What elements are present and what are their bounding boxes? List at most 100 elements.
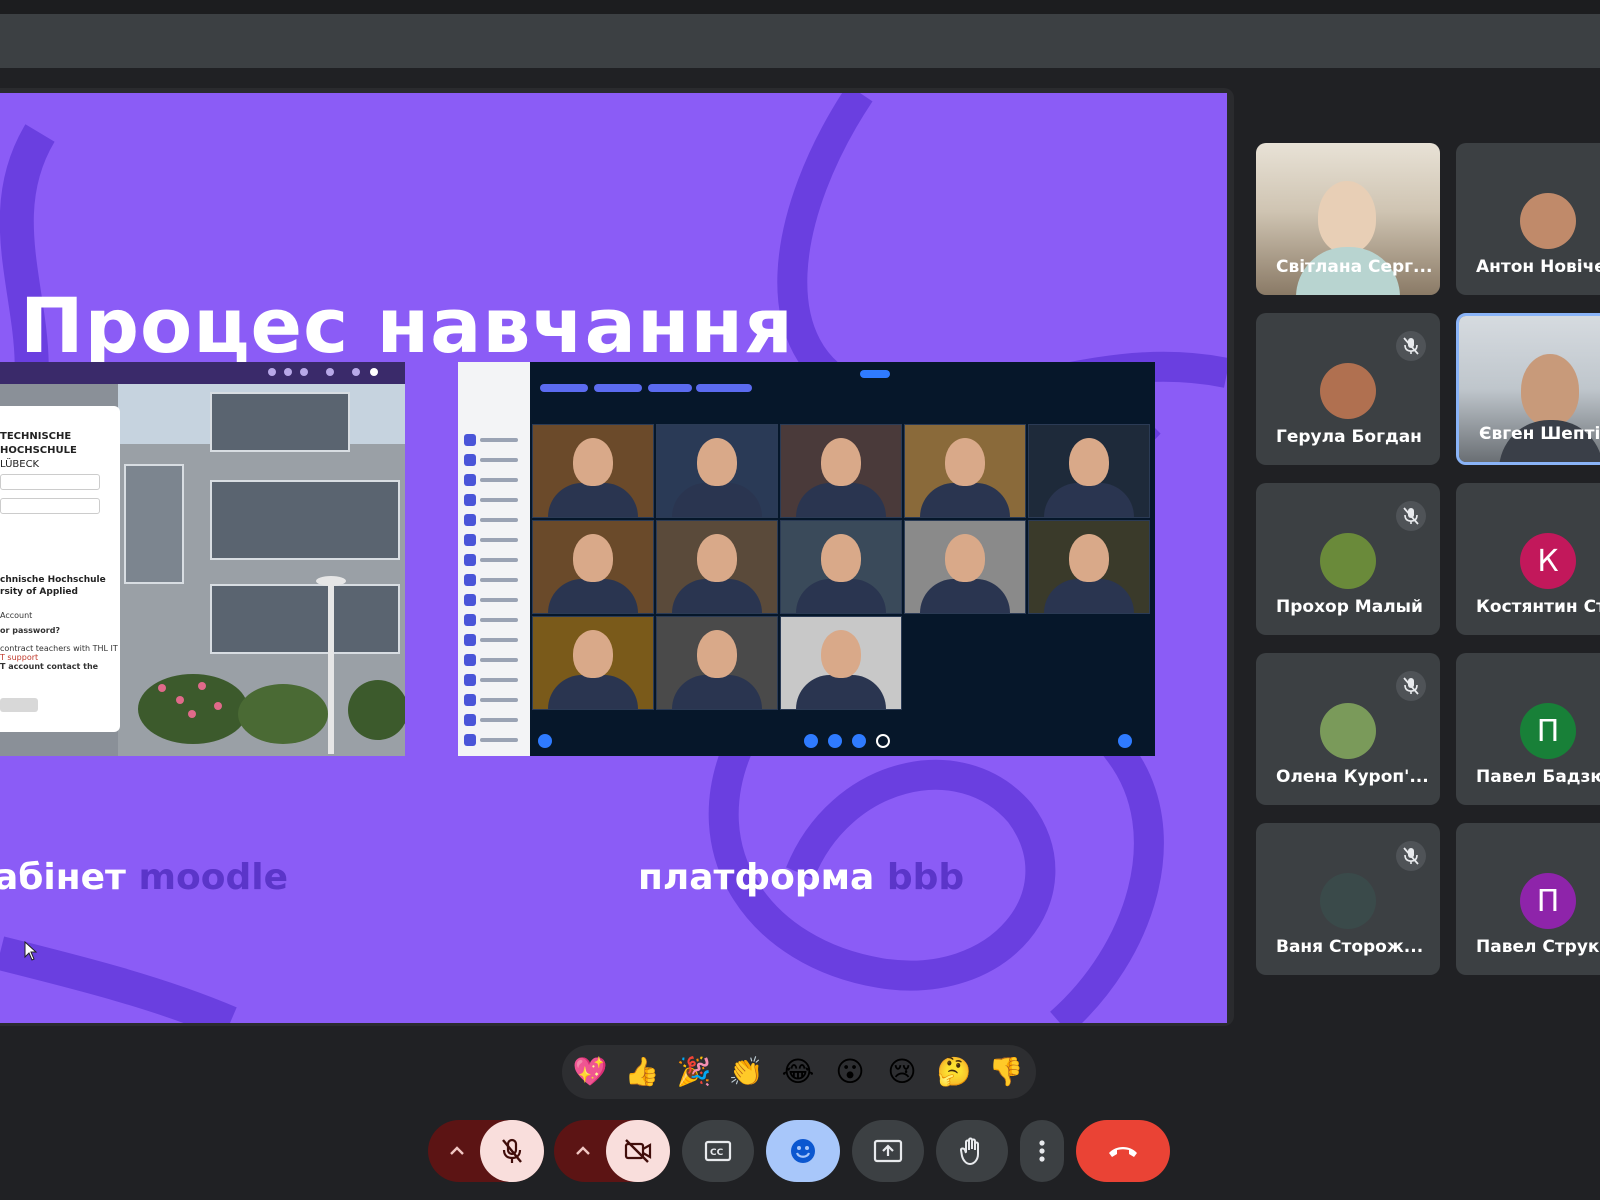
participant-name: Олена Куроп'... [1276,767,1429,787]
bbb-video-tile [656,616,778,710]
participant-tile[interactable]: Олена Куроп'... [1256,653,1440,805]
bbb-user-row [464,634,526,646]
password-field [0,498,100,514]
bbb-user-list [458,362,530,756]
card-text-8: contract teachers with THL IT [0,644,118,653]
muted-indicator [1396,841,1426,871]
bbb-user-row [464,574,526,586]
raise-hand-icon [960,1137,979,1165]
bbb-top-bar [530,362,1155,422]
camera-options-button[interactable] [554,1120,612,1182]
bbb-video-tile [532,424,654,518]
bbb-video-tile [532,520,654,614]
mic-off-icon [502,1138,522,1163]
bbb-video-tile [904,424,1026,518]
captions-button[interactable]: CC [682,1120,754,1182]
present-button[interactable] [852,1120,924,1182]
bbb-user-row [464,734,526,746]
bbb-user-row [464,614,526,626]
bbb-video-tile [656,424,778,518]
building-photo [118,384,405,756]
card-text-5: rsity of Applied [0,587,78,597]
bbb-video-tile [1028,424,1150,518]
muted-indicator [1396,501,1426,531]
surprised-reaction-button[interactable]: 😮 [830,1055,870,1089]
window-top-strip [0,0,1600,14]
crying-reaction-button[interactable]: 😢 [882,1055,922,1089]
camera-control-group [554,1120,670,1182]
bbb-video-tile [532,616,654,710]
participant-name: Світлана Серг... [1276,257,1433,277]
thumbs-down-reaction-button[interactable]: 👎 [986,1055,1026,1089]
muted-indicator [1396,331,1426,361]
bbb-user-row [464,474,526,486]
videocam-off-icon [624,1139,652,1163]
party-popper-reaction-button[interactable]: 🎉 [674,1055,714,1089]
card-heading-3: LÜBECK [0,459,40,470]
bbb-user-row [464,694,526,706]
participant-tile[interactable]: Світлана Серг... [1256,143,1440,295]
present-screen-icon [873,1139,903,1163]
meeting-top-bar [0,14,1600,68]
card-heading-1: TECHNISCHE [0,431,72,442]
mic-off-icon [1403,507,1419,525]
caption-bbb-accent: bbb [886,857,965,898]
presentation-slide[interactable]: Процес навчання TECHNISCHE HOCHSCHULE LÜ… [0,93,1227,1023]
reactions-bar: 💖 👍 🎉 👏 😂 😮 😢 🤔 👎 [562,1045,1036,1099]
mic-options-button[interactable] [428,1120,486,1182]
caption-bbb: платформа bbb [638,857,964,898]
moodle-login-card: TECHNISCHE HOCHSCHULE LÜBECK chnische Ho… [0,406,120,732]
participant-tile[interactable]: Антон Новіче... [1456,143,1600,295]
mic-toggle-button[interactable] [480,1120,544,1182]
raise-hand-button[interactable] [936,1120,1008,1182]
avatar [1320,703,1376,759]
participant-name: Антон Новіче... [1476,257,1600,277]
mic-off-icon [1403,847,1419,865]
camera-toggle-button[interactable] [606,1120,670,1182]
bbb-video-tile [780,424,902,518]
reactions-button[interactable] [766,1120,840,1182]
clapping-reaction-button[interactable]: 👏 [726,1055,766,1089]
muted-indicator [1396,671,1426,701]
bbb-user-row [464,434,526,446]
participant-tile[interactable]: Герула Богдан [1256,313,1440,465]
bbb-user-row [464,494,526,506]
caption-bbb-text: платформа [638,857,875,898]
avatar [1320,363,1376,419]
participant-face [1521,354,1579,426]
sparkling-heart-reaction-button[interactable]: 💖 [570,1055,610,1089]
tears-of-joy-reaction-button[interactable]: 😂 [778,1055,818,1089]
chevron-up-icon [450,1146,464,1155]
participant-name: Герула Богдан [1276,427,1422,447]
participant-tile[interactable]: К Костянтин Ст... [1456,483,1600,635]
avatar-letter: П [1536,713,1560,749]
participant-tile[interactable]: Прохор Малый [1256,483,1440,635]
participant-name: Ваня Сторож... [1276,937,1424,957]
username-field [0,474,100,490]
more-options-button[interactable] [1020,1120,1064,1182]
participant-name: Костянтин Ст... [1476,597,1600,617]
bbb-user-row [464,714,526,726]
caption-moodle-text: абінет [0,857,126,898]
bbb-user-row [464,454,526,466]
participant-tile[interactable]: П Павел Бадзюх... [1456,653,1600,805]
participant-tile[interactable]: П Павел Струко... [1456,823,1600,975]
participant-tile[interactable]: Євген Шептій [1456,313,1600,465]
bbb-user-row [464,674,526,686]
avatar: К [1520,533,1576,589]
mic-off-icon [1403,677,1419,695]
mouse-cursor-icon [24,941,38,961]
svg-text:CC: CC [710,1148,724,1158]
leave-call-button[interactable] [1076,1120,1170,1182]
thumbs-up-reaction-button[interactable]: 👍 [622,1055,662,1089]
bbb-video-tile [780,520,902,614]
avatar-letter: К [1537,543,1559,579]
thinking-reaction-button[interactable]: 🤔 [934,1055,974,1089]
participant-name: Прохор Малый [1276,597,1423,617]
card-text-7: or password? [0,626,61,635]
participant-name: Павел Бадзюх... [1476,767,1600,787]
participant-tile[interactable]: Ваня Сторож... [1256,823,1440,975]
avatar [1520,193,1576,249]
participant-name: Павел Струко... [1476,937,1600,957]
bbb-user-row [464,534,526,546]
